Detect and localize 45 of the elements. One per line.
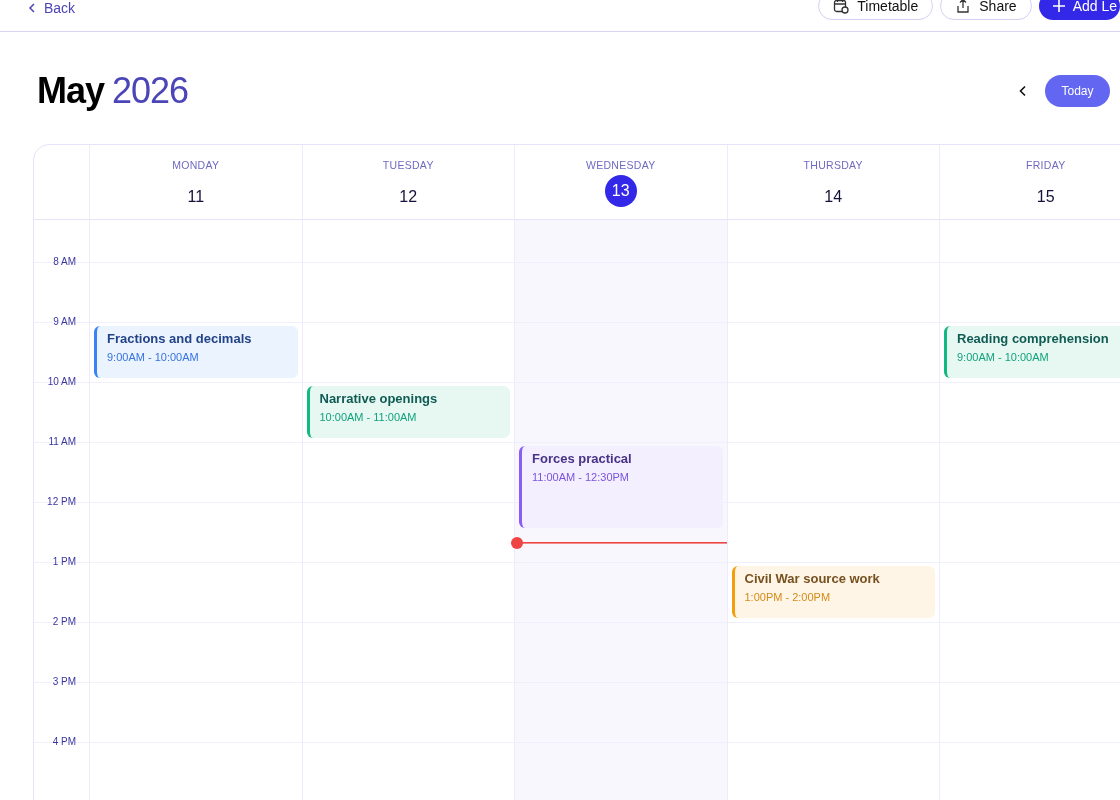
plus-icon [1052, 0, 1065, 12]
today-date-badge: 13 [604, 175, 637, 207]
hour-label: 10 AM [47, 375, 76, 387]
date-number: 14 [823, 187, 844, 207]
weekday-label: THURSDAY [803, 159, 863, 171]
event-card[interactable]: Civil War source work 1:00PM - 2:00PM [731, 566, 935, 618]
event-card[interactable]: Forces practical 11:00AM - 12:30PM [519, 446, 723, 528]
date-number: 11 [186, 187, 206, 207]
event-title: Narrative openings [319, 391, 439, 406]
hour-label: 12 PM [47, 495, 76, 507]
weekday-label: TUESDAY [382, 159, 434, 171]
share-icon [955, 0, 972, 14]
event-card[interactable]: Reading comprehension 9:00AM - 10:00AM [944, 326, 1120, 378]
event-time: 9:00AM - 10:00AM [107, 351, 200, 363]
weekday-label: MONDAY [172, 159, 220, 171]
date-number: 15 [1035, 187, 1056, 207]
weekday-label: FRIDAY [1026, 159, 1066, 171]
today-button[interactable]: Today [1045, 75, 1110, 107]
event-title: Civil War source work [744, 571, 881, 586]
event-time: 10:00AM - 11:00AM [319, 411, 418, 423]
hour-label: 8 AM [53, 255, 76, 267]
hour-label: 4 PM [52, 735, 76, 747]
calendar-icon [833, 0, 850, 14]
event-title: Forces practical [532, 451, 633, 466]
hour-label: 1 PM [52, 555, 76, 567]
event-time: 1:00PM - 2:00PM [744, 591, 832, 603]
hour-label: 9 AM [53, 315, 76, 327]
event-time: 11:00AM - 12:30PM [532, 471, 630, 483]
add-button[interactable]: Add Le [1038, 0, 1120, 20]
event-time: 9:00AM - 10:00AM [957, 351, 1050, 363]
weekday-label: WEDNESDAY [585, 159, 656, 171]
hour-label: 2 PM [52, 615, 76, 627]
hour-label: 3 PM [52, 675, 76, 687]
chevron-left-icon [1019, 85, 1027, 97]
toolbar-button[interactable]: Share [940, 0, 1032, 20]
toolbar-button[interactable]: Timetable [818, 0, 934, 20]
chevron-left-icon [28, 3, 36, 13]
hour-label: 11 AM [48, 435, 76, 447]
event-card[interactable]: Fractions and decimals 9:00AM - 10:00AM [94, 326, 298, 378]
event-title: Reading comprehension [957, 331, 1110, 346]
back-link[interactable]: Back [28, 0, 76, 16]
date-number: 12 [398, 187, 419, 207]
event-title: Fractions and decimals [107, 331, 253, 346]
month-title: May 2026 [37, 70, 189, 112]
event-card[interactable]: Narrative openings 10:00AM - 11:00AM [306, 386, 510, 438]
